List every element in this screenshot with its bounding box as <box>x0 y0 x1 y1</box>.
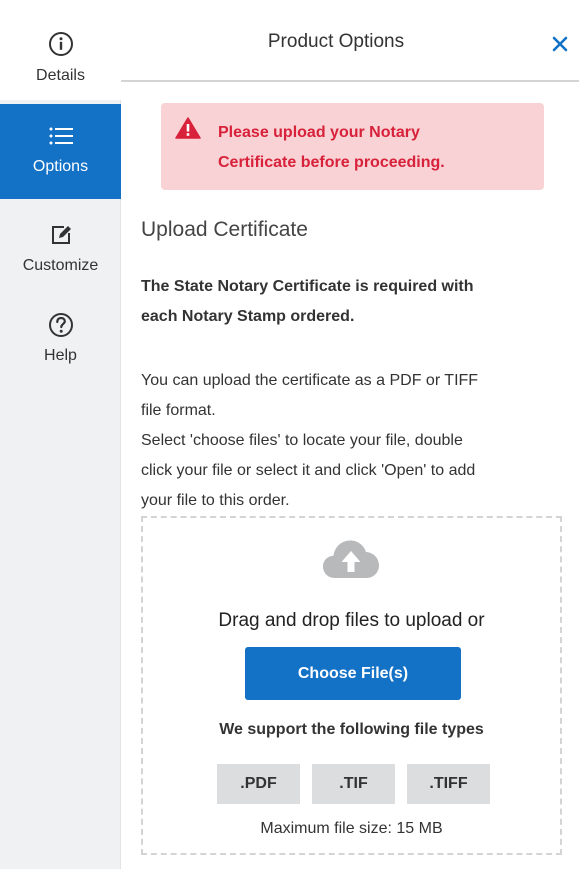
sidebar-item-options[interactable]: Options <box>0 104 121 199</box>
sidebar-item-customize[interactable]: Customize <box>0 214 121 294</box>
instruction-line: Select 'choose files' to locate your fil… <box>141 432 463 449</box>
sidebar-top-spacer <box>0 0 121 10</box>
drag-drop-text: Drag and drop files to upload or <box>218 610 485 631</box>
sidebar-item-details[interactable]: Details <box>0 10 121 100</box>
alert-message: Please upload your Notary Certificate be… <box>218 118 538 178</box>
supported-types-text: We support the following file types <box>219 721 484 738</box>
panel-header: Product Options <box>121 0 579 82</box>
requirement-line: each Notary Stamp ordered. <box>141 308 355 325</box>
file-dropzone[interactable]: Drag and drop files to upload or Choose … <box>141 516 562 855</box>
instruction-line: file format. <box>141 402 216 419</box>
alert-line: Certificate before proceeding. <box>218 154 445 171</box>
section-title: Upload Certificate <box>141 218 308 241</box>
sidebar-item-label: Options <box>32 158 89 175</box>
help-icon <box>0 312 121 343</box>
warning-icon <box>175 117 201 144</box>
list-icon <box>0 126 121 151</box>
instruction-line: You can upload the certificate as a PDF … <box>141 372 479 389</box>
sidebar: Details Options Customize Help <box>0 0 121 869</box>
sidebar-item-label: Details <box>36 67 85 84</box>
sidebar-item-label: Help <box>44 347 77 364</box>
file-type-badge: .TIFF <box>407 764 490 804</box>
upload-instructions: You can upload the certificate as a PDF … <box>141 366 571 516</box>
close-button[interactable] <box>551 35 569 53</box>
sidebar-item-help[interactable]: Help <box>0 306 121 386</box>
requirement-note: The State Notary Certificate is required… <box>141 272 566 332</box>
cloud-upload-icon <box>322 539 380 584</box>
instruction-line: your file to this order. <box>141 492 290 509</box>
product-options-app: Details Options Customize Help Product O… <box>0 0 579 869</box>
upload-required-alert: Please upload your Notary Certificate be… <box>161 103 544 190</box>
file-type-badge: .TIF <box>312 764 395 804</box>
file-type-badge: .PDF <box>217 764 300 804</box>
edit-icon <box>0 224 121 251</box>
alert-line: Please upload your Notary <box>218 124 420 141</box>
requirement-line: The State Notary Certificate is required… <box>141 278 474 295</box>
options-content: Please upload your Notary Certificate be… <box>121 82 579 869</box>
file-types-list: .PDF .TIF .TIFF <box>217 764 491 804</box>
sidebar-item-label: Customize <box>22 257 99 274</box>
choose-files-button[interactable]: Choose File(s) <box>245 647 461 700</box>
instruction-line: click your file or select it and click '… <box>141 462 476 479</box>
info-icon <box>0 31 121 62</box>
panel-title: Product Options <box>267 31 405 52</box>
close-icon <box>552 36 568 52</box>
max-file-size-text: Maximum file size: 15 MB <box>260 820 443 837</box>
